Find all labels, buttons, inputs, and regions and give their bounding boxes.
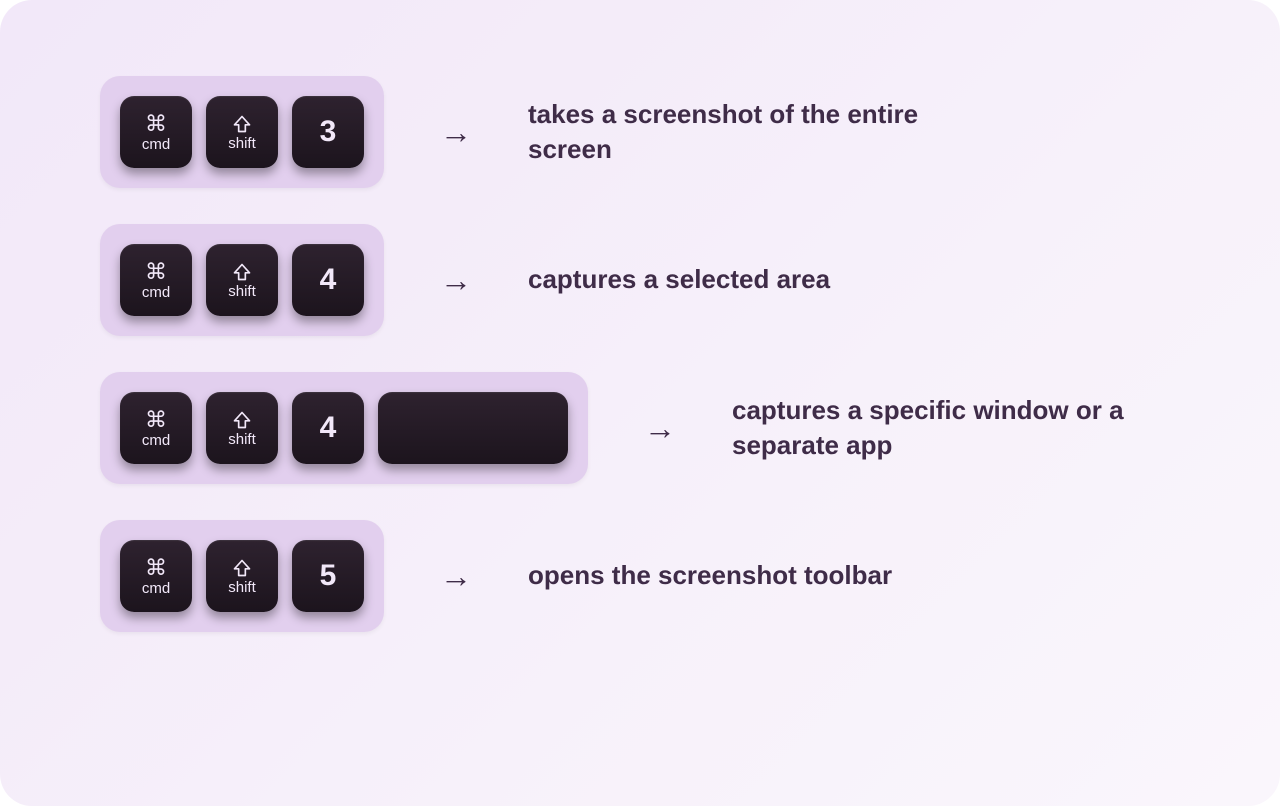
key-label: cmd — [142, 137, 170, 152]
shortcut-diagram-card: ⌘ cmd shift 3 → takes a screenshot of th… — [0, 0, 1280, 806]
shift-icon — [232, 262, 252, 282]
shift-key: shift — [206, 96, 278, 168]
cmd-key: ⌘ cmd — [120, 392, 192, 464]
shortcut-row: ⌘ cmd shift 4 → captures a selected area — [100, 224, 1180, 336]
shortcut-row: ⌘ cmd shift 5 → opens the screenshot too… — [100, 520, 1180, 632]
arrow-icon: → — [440, 262, 472, 299]
shift-key: shift — [206, 540, 278, 612]
key-main-label: 4 — [320, 413, 337, 443]
key-combo-box: ⌘ cmd shift 3 — [100, 76, 384, 188]
cmd-key: ⌘ cmd — [120, 96, 192, 168]
shortcut-row: ⌘ cmd shift 3 → takes a screenshot of th… — [100, 76, 1180, 188]
cmd-key: ⌘ cmd — [120, 244, 192, 316]
shortcut-row: ⌘ cmd shift 4 → captures a specific wind… — [100, 372, 1180, 484]
command-icon: ⌘ — [145, 113, 167, 135]
command-icon: ⌘ — [145, 409, 167, 431]
cmd-key: ⌘ cmd — [120, 540, 192, 612]
shift-key: shift — [206, 392, 278, 464]
shift-icon — [232, 114, 252, 134]
shift-key: shift — [206, 244, 278, 316]
key-label: cmd — [142, 433, 170, 448]
arrow-icon: → — [644, 410, 676, 447]
command-icon: ⌘ — [145, 261, 167, 283]
number-key: 3 — [292, 96, 364, 168]
key-label: shift — [228, 136, 256, 151]
key-combo-box: ⌘ cmd shift 5 — [100, 520, 384, 632]
command-icon: ⌘ — [145, 557, 167, 579]
arrow-icon: → — [440, 114, 472, 151]
key-main-label: 4 — [320, 265, 337, 295]
shortcut-description: takes a screenshot of the entire screen — [528, 97, 968, 167]
key-main-label: 3 — [320, 117, 337, 147]
key-main-label: 5 — [320, 561, 337, 591]
key-label: shift — [228, 284, 256, 299]
shortcut-description: opens the screenshot toolbar — [528, 558, 892, 593]
number-key: 4 — [292, 392, 364, 464]
arrow-icon: → — [440, 558, 472, 595]
key-combo-box: ⌘ cmd shift 4 — [100, 372, 588, 484]
key-label: cmd — [142, 581, 170, 596]
key-combo-box: ⌘ cmd shift 4 — [100, 224, 384, 336]
number-key: 5 — [292, 540, 364, 612]
key-label: shift — [228, 580, 256, 595]
shortcut-description: captures a specific window or a separate… — [732, 393, 1172, 463]
shift-icon — [232, 558, 252, 578]
shift-icon — [232, 410, 252, 430]
key-label: cmd — [142, 285, 170, 300]
number-key: 4 — [292, 244, 364, 316]
key-label: shift — [228, 432, 256, 447]
spacebar-key — [378, 392, 568, 464]
shortcut-description: captures a selected area — [528, 262, 830, 297]
